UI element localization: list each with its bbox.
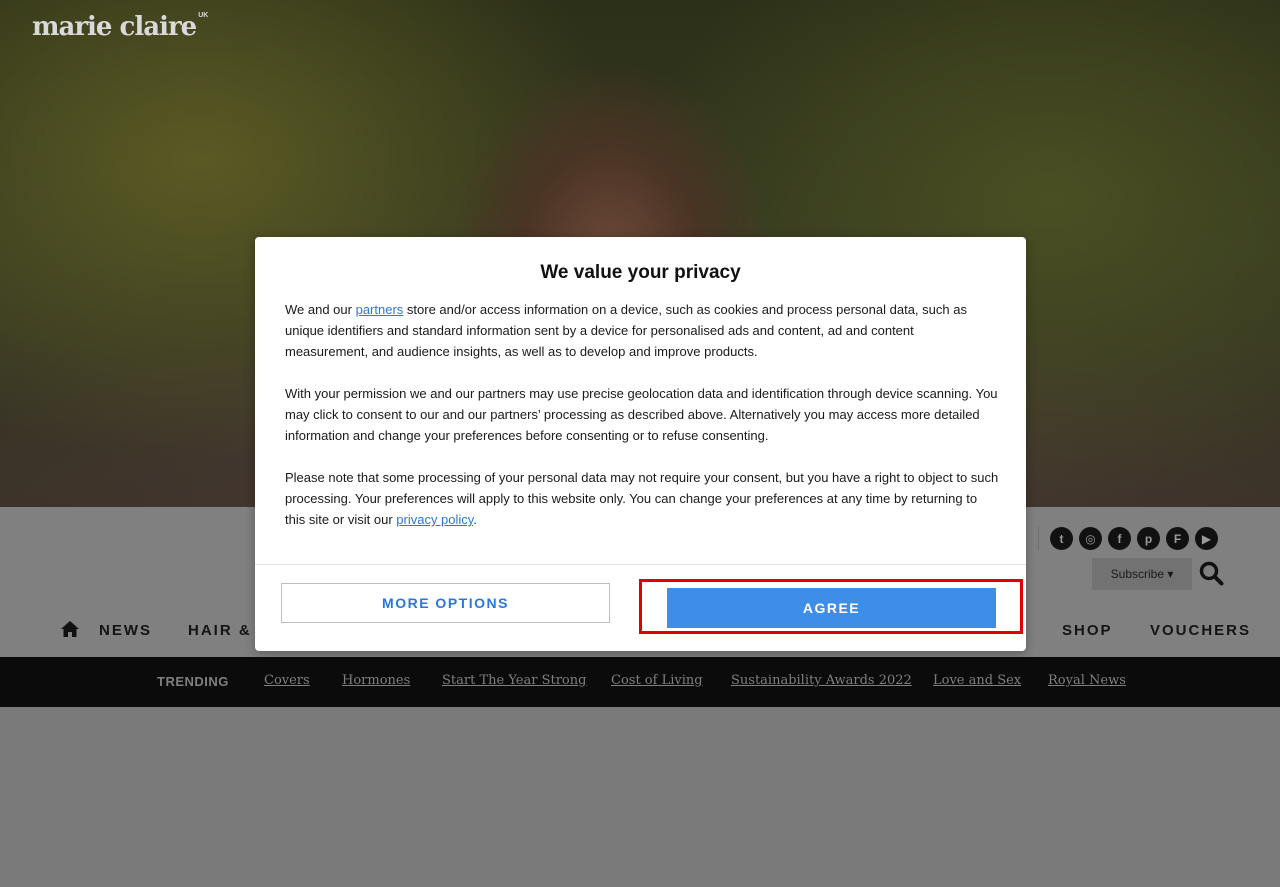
social-links: t ◎ f p F ▶ bbox=[1050, 527, 1218, 550]
p1-text-before: We and our bbox=[285, 302, 356, 317]
trending-link-covers[interactable]: Covers bbox=[264, 673, 310, 688]
trending-bar: TRENDING Covers Hormones Start The Year … bbox=[0, 657, 1280, 707]
logo-text: marie claire bbox=[32, 12, 197, 42]
nav-item-news[interactable]: NEWS bbox=[99, 622, 152, 639]
consent-paragraph-2: With your permission we and our partners… bbox=[285, 386, 998, 443]
trending-link-sustainability-awards[interactable]: Sustainability Awards 2022 bbox=[731, 673, 912, 688]
logo-suffix: UK bbox=[198, 12, 209, 19]
trending-link-hormones[interactable]: Hormones bbox=[342, 673, 410, 688]
more-options-button[interactable]: MORE OPTIONS bbox=[281, 583, 610, 623]
trending-link-cost-of-living[interactable]: Cost of Living bbox=[611, 673, 703, 688]
twitter-icon[interactable]: t bbox=[1050, 527, 1073, 550]
trending-link-royal-news[interactable]: Royal News bbox=[1048, 673, 1126, 688]
consent-paragraph-3: Please note that some processing of your… bbox=[285, 467, 1000, 530]
dialog-body: We and our partners store and/or access … bbox=[285, 299, 1000, 551]
flipboard-icon[interactable]: F bbox=[1166, 527, 1189, 550]
facebook-icon[interactable]: f bbox=[1108, 527, 1131, 550]
header-divider bbox=[1038, 526, 1039, 550]
search-icon[interactable] bbox=[1198, 560, 1224, 586]
subscribe-button[interactable]: Subscribe ▾ bbox=[1092, 558, 1192, 590]
youtube-icon[interactable]: ▶ bbox=[1195, 527, 1218, 550]
trending-link-start-the-year-strong[interactable]: Start The Year Strong bbox=[442, 673, 586, 688]
nav-item-vouchers[interactable]: VOUCHERS bbox=[1150, 622, 1251, 639]
p3-text-after: . bbox=[473, 512, 477, 527]
partners-link[interactable]: partners bbox=[356, 302, 404, 317]
trending-link-love-and-sex[interactable]: Love and Sex bbox=[933, 673, 1021, 688]
home-icon[interactable] bbox=[60, 620, 80, 638]
trending-label: TRENDING bbox=[157, 674, 229, 689]
site-logo[interactable]: marie claire UK bbox=[32, 12, 208, 42]
nav-item-shop[interactable]: SHOP bbox=[1062, 622, 1113, 639]
consent-paragraph-1: We and our partners store and/or access … bbox=[285, 299, 1000, 362]
dialog-footer: MORE OPTIONS AGREE bbox=[255, 564, 1026, 651]
instagram-icon[interactable]: ◎ bbox=[1079, 527, 1102, 550]
privacy-consent-dialog: We value your privacy We and our partner… bbox=[255, 237, 1026, 651]
privacy-policy-link[interactable]: privacy policy bbox=[396, 512, 473, 527]
agree-button[interactable]: AGREE bbox=[667, 588, 996, 628]
pinterest-icon[interactable]: p bbox=[1137, 527, 1160, 550]
dialog-title: We value your privacy bbox=[540, 262, 741, 283]
p3-text-before: Please note that some processing of your… bbox=[285, 470, 999, 527]
